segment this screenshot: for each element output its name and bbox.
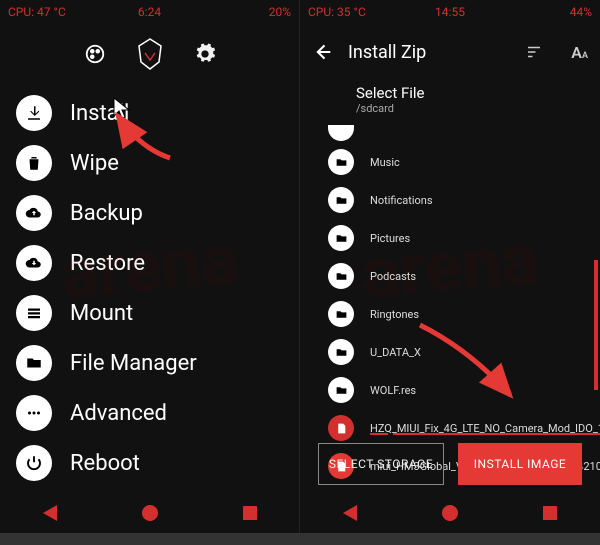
menu-install[interactable]: Install xyxy=(8,88,291,138)
file-row-zip-highlighted[interactable]: HZQ_MIUI_Fix_4G_LTE_NO_Camera_Mod_IDO_17… xyxy=(328,409,600,447)
file-label: WOLF.res xyxy=(370,384,416,397)
sort-icon[interactable] xyxy=(525,43,543,61)
menu-backup[interactable]: Backup xyxy=(8,188,291,238)
install-image-button[interactable]: INSTALL IMAGE xyxy=(458,443,582,485)
menu-label: Install xyxy=(70,101,129,126)
menu-label: Restore xyxy=(70,251,145,276)
dots-icon xyxy=(16,395,52,431)
font-size-icon[interactable]: AA xyxy=(571,43,588,62)
menu-reboot[interactable]: Reboot xyxy=(8,438,291,488)
section-header: Select File /sdcard xyxy=(300,80,600,117)
menu-restore[interactable]: Restore xyxy=(8,238,291,288)
battery-pct: 20% xyxy=(269,5,291,19)
button-bar: SELECT STORAGE INSTALL IMAGE xyxy=(300,443,600,485)
trash-icon xyxy=(16,145,52,181)
menu-label: Reboot xyxy=(70,451,140,476)
wolf-logo-icon xyxy=(132,36,168,72)
file-row[interactable]: Pictures xyxy=(328,219,600,257)
power-icon xyxy=(16,445,52,481)
gear-icon[interactable] xyxy=(194,43,216,65)
list-icon xyxy=(16,295,52,331)
menu-label: Wipe xyxy=(70,151,119,176)
menu-label: File Manager xyxy=(70,351,197,376)
zip-file-icon xyxy=(328,415,354,441)
app-bar: Install Zip AA xyxy=(300,24,600,80)
clock: 6:24 xyxy=(138,5,161,19)
page-title: Install Zip xyxy=(348,42,497,63)
cpu-temp: CPU: 47 °C xyxy=(8,5,66,19)
cloud-up-icon xyxy=(16,195,52,231)
download-icon xyxy=(16,95,52,131)
file-list[interactable]: Music Notifications Pictures Podcasts Ri… xyxy=(300,117,600,485)
file-row[interactable]: Notifications xyxy=(328,181,600,219)
menu-wipe[interactable]: Wipe xyxy=(8,138,291,188)
header xyxy=(0,24,299,84)
nav-bar xyxy=(300,493,600,533)
back-icon[interactable] xyxy=(312,42,332,62)
menu-mount[interactable]: Mount xyxy=(8,288,291,338)
folder-icon xyxy=(328,225,354,251)
cpu-temp: CPU: 35 °C xyxy=(308,5,366,19)
clock: 14:55 xyxy=(435,5,465,19)
file-row[interactable]: Music xyxy=(328,143,600,181)
folder-icon xyxy=(328,339,354,365)
file-label: U_DATA_X xyxy=(370,346,421,359)
main-menu: Install Wipe Backup Restore Mount File M… xyxy=(0,84,299,488)
nav-home-icon[interactable] xyxy=(142,505,158,521)
file-label: Notifications xyxy=(370,194,433,207)
file-row[interactable]: WOLF.res xyxy=(328,371,600,409)
current-path: /sdcard xyxy=(356,102,580,115)
select-storage-button[interactable]: SELECT STORAGE xyxy=(318,443,444,485)
status-bar: CPU: 47 °C 6:24 20% xyxy=(0,0,299,24)
nav-recent-icon[interactable] xyxy=(243,506,257,520)
folder-icon xyxy=(328,187,354,213)
cloud-down-icon xyxy=(16,245,52,281)
theme-icon[interactable] xyxy=(84,43,106,65)
folder-icon xyxy=(328,125,354,141)
status-bar: CPU: 35 °C 14:55 44% xyxy=(300,0,600,24)
file-label: Pictures xyxy=(370,232,410,245)
menu-file-manager[interactable]: File Manager xyxy=(8,338,291,388)
folder-icon xyxy=(16,345,52,381)
folder-icon xyxy=(328,377,354,403)
install-zip-screen: arena CPU: 35 °C 14:55 44% Install Zip A… xyxy=(300,0,600,533)
nav-back-icon[interactable] xyxy=(43,505,57,521)
file-label: Podcasts xyxy=(370,270,416,283)
file-row[interactable]: Podcasts xyxy=(328,257,600,295)
menu-label: Advanced xyxy=(70,401,167,426)
nav-recent-icon[interactable] xyxy=(543,506,557,520)
file-label: Ringtones xyxy=(370,308,419,321)
file-row[interactable] xyxy=(328,123,600,143)
select-file-label: Select File xyxy=(356,84,580,102)
nav-home-icon[interactable] xyxy=(442,505,458,521)
nav-back-icon[interactable] xyxy=(343,505,357,521)
scroll-indicator[interactable] xyxy=(594,260,598,390)
nav-bar xyxy=(0,493,299,533)
folder-icon xyxy=(328,149,354,175)
menu-label: Backup xyxy=(70,201,143,226)
folder-icon xyxy=(328,263,354,289)
twrp-main-screen: arena CPU: 47 °C 6:24 20% Install Wipe B… xyxy=(0,0,300,533)
file-row[interactable]: U_DATA_X xyxy=(328,333,600,371)
file-label: HZQ_MIUI_Fix_4G_LTE_NO_Camera_Mod_IDO_17… xyxy=(370,422,600,435)
file-label: Music xyxy=(370,156,400,169)
file-row[interactable]: Ringtones xyxy=(328,295,600,333)
menu-advanced[interactable]: Advanced xyxy=(8,388,291,438)
battery-pct: 44% xyxy=(570,5,592,19)
folder-icon xyxy=(328,301,354,327)
menu-label: Mount xyxy=(70,301,133,326)
